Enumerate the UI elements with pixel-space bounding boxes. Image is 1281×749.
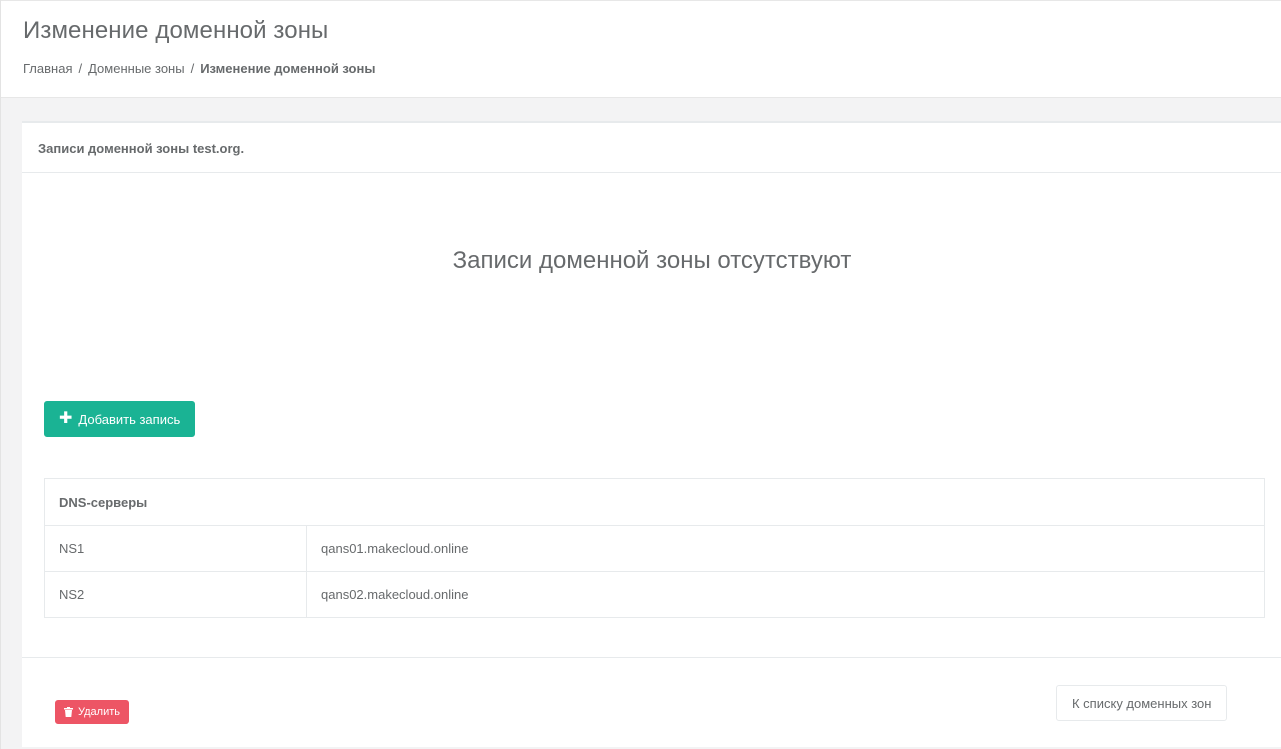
page: Изменение доменной зоны Главная / Доменные… [0,0,1281,749]
delete-zone-button[interactable]: Удалить [55,700,129,724]
breadcrumb-zones-link[interactable]: Доменные зоны [88,61,184,76]
page-title: Изменение доменной зоны [23,17,329,44]
dns-server-value: qans01.makecloud.online [306,525,1265,572]
zone-records-card: Записи доменной зоны test.org. Записи до… [22,121,1281,747]
breadcrumb-separator: / [190,61,195,76]
trash-icon [64,707,73,717]
empty-records-message: Записи доменной зоны отсутствуют [452,247,852,274]
add-record-label: Добавить запись [78,411,181,427]
card-title: Записи доменной зоны test.org. [22,123,1281,173]
breadcrumb: Главная / Доменные зоны / Изменение доменной… [23,61,375,76]
breadcrumb-current: Изменение доменной зоны [200,61,376,76]
breadcrumb-home-link[interactable]: Главная [23,61,72,76]
table-row: NS1 qans01.makecloud.online [44,525,1265,572]
table-header-row: DNS-серверы [44,478,1265,526]
back-to-zones-button[interactable]: К списку доменных зон [1056,685,1228,721]
delete-zone-label: Удалить [78,706,120,718]
card-footer: Удалить К списку доменных зон [22,657,1281,748]
breadcrumb-separator: / [78,61,83,76]
table-row: NS2 qans02.makecloud.online [44,571,1265,618]
page-header: Изменение доменной зоны Главная / Доменные… [1,0,1281,98]
dns-servers-heading: DNS-серверы [44,478,1265,526]
dns-servers-table: DNS-серверы NS1 qans01.makecloud.online … [44,478,1265,618]
dns-server-value: qans02.makecloud.online [306,571,1265,618]
dns-server-key: NS2 [44,571,307,618]
add-record-button[interactable]: ✚ Добавить запись [44,401,196,437]
dns-server-key: NS1 [44,525,307,572]
plus-icon: ✚ [59,410,73,427]
